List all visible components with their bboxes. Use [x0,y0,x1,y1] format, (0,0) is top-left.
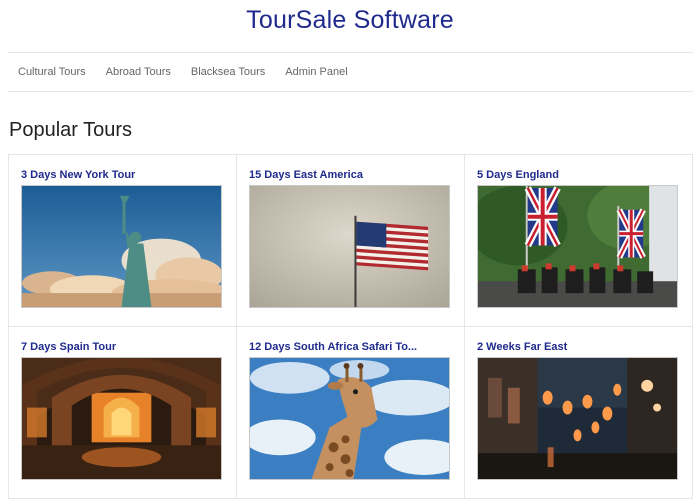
tour-card[interactable]: 2 Weeks Far East [465,327,693,499]
nav-item-blacksea-tours[interactable]: Blacksea Tours [191,66,265,78]
tour-card-title[interactable]: 12 Days South Africa Safari To... [249,340,452,356]
site-title[interactable]: TourSale Software [0,6,700,35]
tour-card-title[interactable]: 3 Days New York Tour [21,168,224,184]
tour-card-title[interactable]: 5 Days England [477,168,680,184]
main-nav: Cultural Tours Abroad Tours Blacksea Tou… [8,53,693,91]
nav-item-abroad-tours[interactable]: Abroad Tours [106,66,171,78]
tour-card[interactable]: 12 Days South Africa Safari To... [237,327,465,499]
giraffe-photo[interactable] [249,357,450,480]
tour-card[interactable]: 7 Days Spain Tour [9,327,237,499]
nav-divider-bottom [8,91,693,92]
tour-card-title[interactable]: 7 Days Spain Tour [21,340,224,356]
tour-card[interactable]: 5 Days England [465,155,693,327]
tour-card-title[interactable]: 15 Days East America [249,168,452,184]
nav-item-admin-panel[interactable]: Admin Panel [285,66,347,78]
nav-item-cultural-tours[interactable]: Cultural Tours [18,66,86,78]
arched-hall-photo[interactable] [21,357,222,480]
tour-grid: 3 Days New York Tour 15 Days East Americ… [8,154,693,499]
section-title: Popular Tours [9,119,133,141]
american-flag-photo[interactable] [249,185,450,308]
lantern-street-photo[interactable] [477,357,678,480]
statue-of-liberty-photo[interactable] [21,185,222,308]
tour-card[interactable]: 3 Days New York Tour [9,155,237,327]
tour-card[interactable]: 15 Days East America [237,155,465,327]
tour-card-title[interactable]: 2 Weeks Far East [477,340,680,356]
union-jack-parade-photo[interactable] [477,185,678,308]
